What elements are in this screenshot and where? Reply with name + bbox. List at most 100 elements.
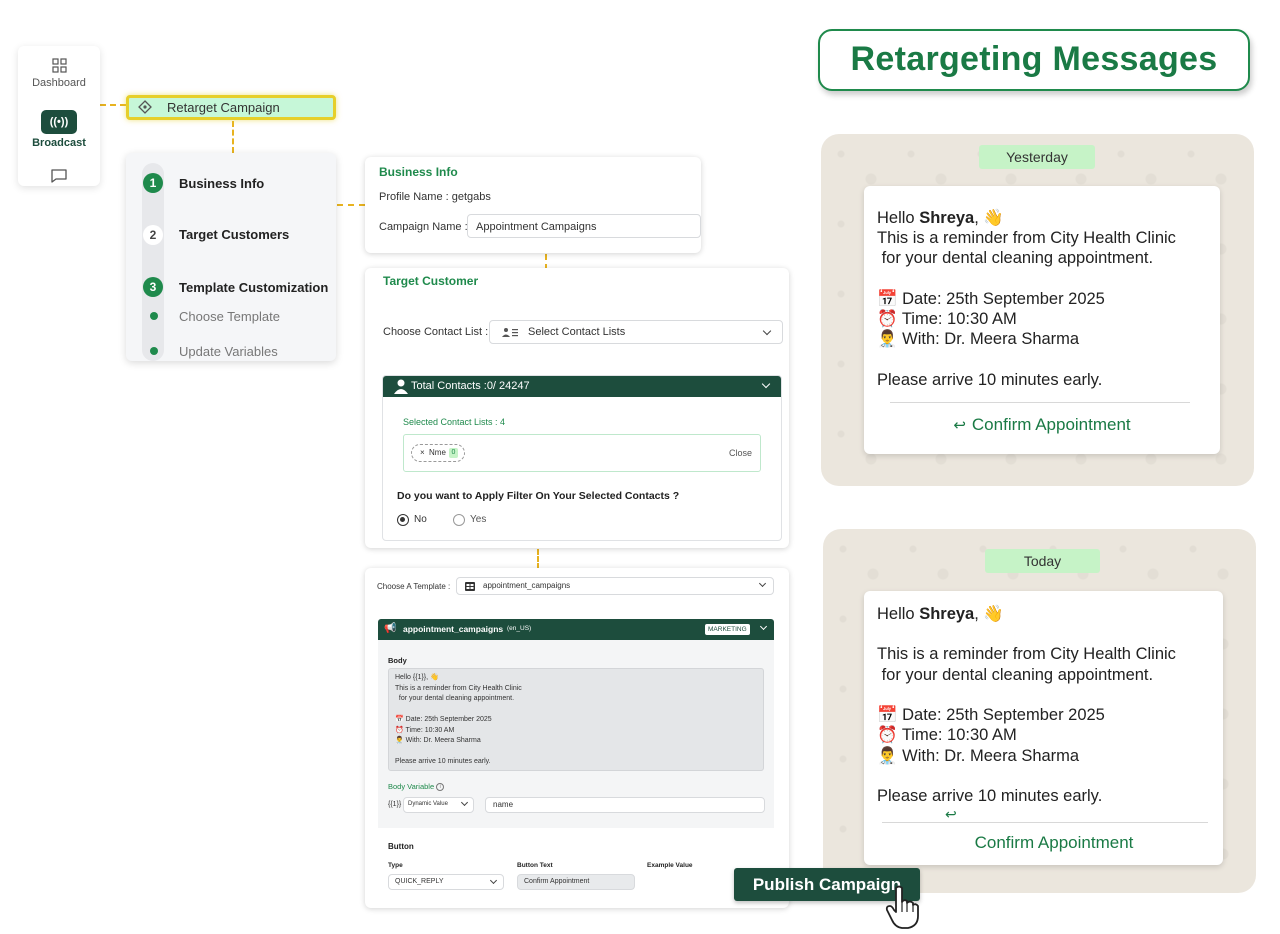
total-contacts-panel: Total Contacts :0/ 24247 Selected Contac…: [382, 375, 782, 541]
nav-label-broadcast: Broadcast: [32, 137, 86, 149]
radio-no[interactable]: [397, 514, 409, 526]
step-target-customers[interactable]: Target Customers: [179, 227, 289, 242]
button-section-label: Button: [388, 842, 414, 851]
message-bubble: Hello Shreya, 👋 This is a reminder from …: [864, 591, 1223, 865]
hand-pointer-icon: [885, 885, 919, 929]
chevron-down-icon: [761, 379, 771, 389]
step-template-customization[interactable]: Template Customization: [179, 280, 328, 295]
var-type-value: Dynamic Value: [408, 801, 448, 807]
radio-yes-label: Yes: [470, 514, 487, 525]
button-type-select[interactable]: QUICK_REPLY: [388, 874, 504, 890]
body-variable-label: Body Variable i: [388, 782, 445, 792]
template-card: Choose A Template : appointment_campaign…: [365, 568, 789, 908]
template-name: appointment_campaigns: [403, 624, 504, 634]
contact-list-label: Choose Contact List :: [383, 326, 489, 338]
body-line: Hello {{1}}, 👋: [395, 674, 439, 681]
chip-count: 0: [449, 448, 458, 458]
body-textarea[interactable]: Hello {{1}}, 👋 This is a reminder from C…: [388, 668, 764, 771]
var-value-input[interactable]: name: [485, 797, 765, 813]
greeting-wave: , 👋: [974, 209, 1004, 227]
nav-label-dashboard: Dashboard: [32, 77, 86, 89]
step-business-info[interactable]: Business Info: [179, 176, 264, 191]
step-2-number: 2: [143, 225, 163, 245]
chip-label: Nme: [429, 448, 446, 457]
template-header[interactable]: 📢 appointment_campaigns (en_US) MARKETIN…: [378, 619, 774, 640]
total-contacts-header[interactable]: Total Contacts :0/ 24247: [383, 376, 781, 397]
button-text-label: Button Text: [517, 862, 553, 869]
chevron-down-icon: [762, 326, 772, 336]
campaign-name-input[interactable]: Appointment Campaigns: [467, 214, 701, 238]
divider: [882, 822, 1208, 823]
choose-template-select[interactable]: appointment_campaigns: [456, 577, 774, 595]
template-lang: (en_US): [507, 625, 532, 632]
greeting-name: Shreya: [919, 605, 975, 623]
greeting-wave: , 👋: [974, 605, 1004, 623]
confirm-appointment-button[interactable]: ↩ Confirm Appointment: [864, 415, 1220, 435]
contact-chip[interactable]: × Nme 0: [411, 444, 465, 462]
substep-dot: [150, 312, 158, 320]
nav-item-broadcast[interactable]: ((•)) Broadcast: [18, 110, 100, 149]
var-type-select[interactable]: Dynamic Value: [403, 797, 474, 813]
selected-lists-text: Selected Contact Lists : 4: [403, 417, 506, 427]
body-line: 📅 Date: 25th September 2025: [395, 716, 492, 723]
profile-name: Profile Name : getgabs: [379, 191, 491, 203]
substep-update-variables[interactable]: Update Variables: [179, 344, 278, 359]
step-3-number: 3: [143, 277, 163, 297]
body-line: 👨‍⚕️ With: Dr. Meera Sharma: [395, 737, 481, 744]
message-body: This is a reminder from City Health Clin…: [877, 229, 1176, 390]
connector-steps-business: [337, 204, 365, 206]
connector-pill-steps: [232, 121, 234, 153]
contact-list-value: Select Contact Lists: [528, 326, 626, 338]
button-text-value: Confirm Appointment: [524, 878, 590, 885]
page-title: Retargeting Messages: [818, 29, 1250, 91]
substep-choose-template[interactable]: Choose Template: [179, 309, 280, 324]
megaphone-icon: 📢: [384, 623, 397, 634]
greeting-hello: Hello: [877, 209, 920, 227]
total-contacts-text: Total Contacts :0/ 24247: [411, 380, 530, 392]
retarget-campaign-label: Retarget Campaign: [167, 100, 280, 115]
broadcast-icon: ((•)): [41, 110, 77, 134]
day-pill-today: Today: [985, 549, 1100, 573]
message-greeting: Hello Shreya, 👋: [877, 604, 1004, 624]
nav-item-messages[interactable]: [18, 168, 100, 188]
body-line: for your dental cleaning appointment.: [395, 695, 515, 702]
radio-no-label: No: [414, 514, 427, 525]
chevron-down-icon: [759, 622, 768, 631]
connector-nav-pill: [100, 104, 126, 106]
message-greeting: Hello Shreya, 👋: [877, 208, 1004, 228]
business-info-title: Business Info: [379, 165, 458, 179]
message-body: This is a reminder from City Health Clin…: [877, 645, 1176, 806]
chat-yesterday: Yesterday Hello Shreya, 👋 This is a remi…: [821, 134, 1254, 486]
template-body-section: Body Hello {{1}}, 👋 This is a reminder f…: [378, 640, 774, 828]
message-bubble: Hello Shreya, 👋 This is a reminder from …: [864, 186, 1220, 454]
confirm-appointment-label: Confirm Appointment: [971, 415, 1131, 434]
connector-target-template: [537, 549, 539, 569]
close-button[interactable]: Close: [729, 448, 752, 458]
user-icon: [394, 379, 408, 394]
radio-yes[interactable]: [453, 514, 465, 526]
button-text-input[interactable]: Confirm Appointment: [517, 874, 635, 890]
chevron-down-icon: [758, 579, 767, 588]
body-line: ⏰ Time: 10:30 AM: [395, 726, 455, 734]
dashboard-icon: [51, 58, 67, 73]
target-customer-card: Target Customer Choose Contact List : Se…: [365, 268, 789, 548]
button-type-value: QUICK_REPLY: [395, 878, 444, 885]
body-variable-text: Body Variable: [388, 782, 435, 791]
body-line: Please arrive 10 minutes early.: [395, 758, 491, 765]
confirm-appointment-button[interactable]: Confirm Appointment: [874, 833, 1234, 853]
retarget-campaign-pill[interactable]: Retarget Campaign: [126, 95, 336, 120]
button-section: Button Type Button Text Example Value QU…: [378, 830, 774, 908]
campaign-name-label: Campaign Name :: [379, 221, 468, 233]
chevron-down-icon: [460, 798, 469, 807]
nav-item-dashboard[interactable]: Dashboard: [18, 58, 100, 89]
contact-list-select[interactable]: Select Contact Lists: [489, 320, 783, 344]
body-label: Body: [388, 656, 407, 665]
chip-remove-icon[interactable]: ×: [420, 445, 425, 461]
var-value: name: [493, 800, 514, 809]
info-icon: i: [436, 783, 445, 792]
chat-icon: [51, 169, 67, 183]
contacts-list-icon: [502, 328, 518, 337]
substep-dot: [150, 347, 158, 355]
